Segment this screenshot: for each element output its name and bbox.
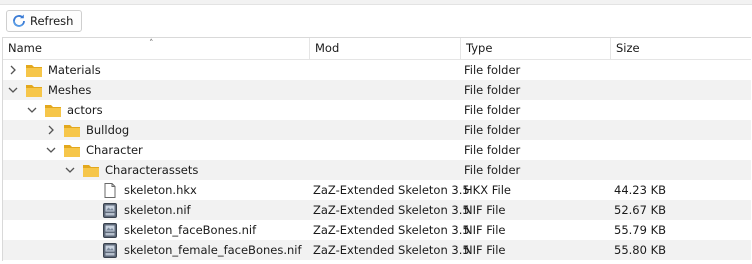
nif-file-icon: [101, 203, 119, 218]
chevron-right-icon[interactable]: [46, 120, 56, 140]
tree-row[interactable]: Materials File folder: [3, 60, 751, 80]
row-type: NIF File: [464, 203, 506, 217]
file-tree[interactable]: Name ˄ Mod Type Size Materials File folde…: [2, 37, 751, 261]
column-header-size[interactable]: Size: [611, 38, 752, 59]
folder-icon: [82, 163, 100, 178]
row-size: 55.79 KB: [614, 223, 667, 237]
tree-row[interactable]: Characterassets File folder: [3, 160, 751, 180]
chevron-down-icon[interactable]: [65, 160, 75, 180]
column-header: Name ˄ Mod Type Size: [3, 38, 751, 60]
row-mod: ZaZ-Extended Skeleton 3.5: [313, 203, 470, 217]
row-name: skeleton.nif: [124, 203, 191, 217]
toolbar: Refresh: [0, 0, 752, 36]
nif-file-icon: [101, 223, 119, 238]
tree-row[interactable]: skeleton_female_faceBones.nif ZaZ-Extende…: [3, 240, 751, 260]
row-name: Characterassets: [105, 163, 199, 177]
chevron-down-icon[interactable]: [27, 100, 37, 120]
column-header-type[interactable]: Type: [461, 38, 611, 59]
column-type-label: Type: [466, 41, 493, 55]
row-name: Character: [86, 143, 143, 157]
tree-row[interactable]: skeleton.nif ZaZ-Extended Skeleton 3.5 NIF…: [3, 200, 751, 220]
row-name: skeleton.hkx: [124, 183, 197, 197]
tree-rows: Materials File folder Meshes File folder act…: [3, 60, 751, 260]
row-type: File folder: [464, 83, 521, 97]
folder-icon: [44, 103, 62, 118]
column-header-mod[interactable]: Mod: [310, 38, 461, 59]
row-type: File folder: [464, 63, 521, 77]
row-name: skeleton_female_faceBones.nif: [124, 243, 302, 257]
row-mod: ZaZ-Extended Skeleton 3.5: [313, 223, 470, 237]
row-name: actors: [67, 103, 103, 117]
row-type: File folder: [464, 163, 521, 177]
column-name-label: Name: [8, 41, 42, 55]
tree-row[interactable]: Character File folder: [3, 140, 751, 160]
row-type: NIF File: [464, 243, 506, 257]
row-name: Materials: [48, 63, 101, 77]
row-size: 52.67 KB: [614, 203, 667, 217]
folder-icon: [25, 83, 43, 98]
folder-icon: [63, 123, 81, 138]
tree-row[interactable]: skeleton_faceBones.nif ZaZ-Extended Skele…: [3, 220, 751, 240]
chevron-down-icon[interactable]: [8, 80, 18, 100]
file-icon: [101, 183, 119, 198]
row-name: Meshes: [48, 83, 92, 97]
column-size-label: Size: [616, 41, 640, 55]
tree-row[interactable]: actors File folder: [3, 100, 751, 120]
nif-file-icon: [101, 243, 119, 258]
row-type: File folder: [464, 143, 521, 157]
column-header-name[interactable]: Name ˄: [3, 38, 310, 59]
folder-icon: [25, 63, 43, 78]
column-mod-label: Mod: [315, 41, 340, 55]
refresh-button[interactable]: Refresh: [6, 10, 83, 32]
row-type: HKX File: [464, 183, 511, 197]
row-size: 55.80 KB: [614, 243, 667, 257]
toolbar-strip: [0, 0, 752, 5]
folder-icon: [63, 143, 81, 158]
refresh-button-label: Refresh: [30, 14, 74, 28]
tree-row[interactable]: skeleton.hkx ZaZ-Extended Skeleton 3.5 HKX…: [3, 180, 751, 200]
tree-row[interactable]: Bulldog File folder: [3, 120, 751, 140]
row-mod: ZaZ-Extended Skeleton 3.5: [313, 183, 470, 197]
row-name: Bulldog: [86, 123, 130, 137]
refresh-icon: [11, 13, 27, 29]
chevron-right-icon[interactable]: [8, 60, 18, 80]
sort-ascending-icon: ˄: [149, 39, 154, 49]
row-type: File folder: [464, 103, 521, 117]
row-type: NIF File: [464, 223, 506, 237]
row-size: 44.23 KB: [614, 183, 667, 197]
row-name: skeleton_faceBones.nif: [124, 223, 257, 237]
row-type: File folder: [464, 123, 521, 137]
chevron-down-icon[interactable]: [46, 140, 56, 160]
tree-row[interactable]: Meshes File folder: [3, 80, 751, 100]
row-mod: ZaZ-Extended Skeleton 3.5: [313, 243, 470, 257]
